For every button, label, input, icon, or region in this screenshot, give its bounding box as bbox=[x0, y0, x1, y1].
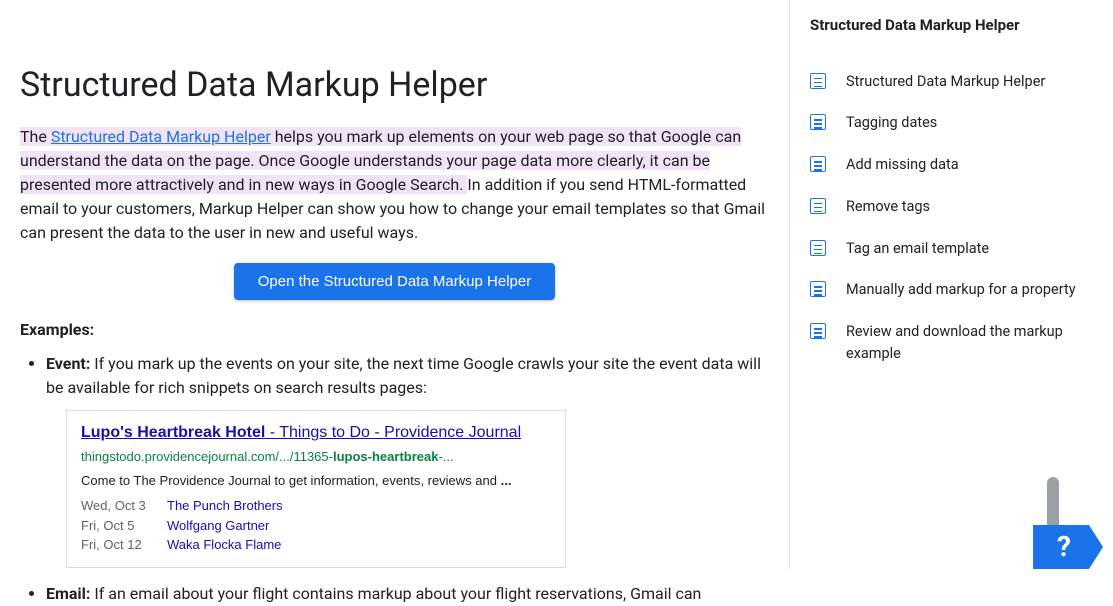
event-text: If you mark up the events on your site, … bbox=[46, 354, 761, 397]
search-snippet: Lupo's Heartbreak Hotel - Things to Do -… bbox=[66, 410, 566, 568]
email-text: If an email about your flight contains m… bbox=[90, 584, 701, 603]
sidebar-item-label: Tagging dates bbox=[846, 112, 937, 134]
snippet-events: Wed, Oct 3The Punch Brothers Fri, Oct 5W… bbox=[81, 496, 551, 555]
sidebar-item-label: Tag an email template bbox=[846, 238, 989, 260]
sidebar-item-review-download[interactable]: Review and download the markup example bbox=[810, 311, 1103, 375]
snippet-title-link[interactable]: Lupo's Heartbreak Hotel - Things to Do -… bbox=[81, 424, 521, 441]
sidebar: Structured Data Markup Helper Structured… bbox=[790, 0, 1113, 569]
doc-icon bbox=[810, 114, 826, 130]
event-date: Fri, Oct 5 bbox=[81, 516, 167, 536]
sidebar-item-label: Structured Data Markup Helper bbox=[846, 71, 1045, 93]
help-signpost[interactable]: ? bbox=[1033, 525, 1103, 569]
sidebar-item-remove-tags[interactable]: Remove tags bbox=[810, 186, 1103, 228]
doc-icon bbox=[810, 240, 826, 256]
snippet-title-rest: - Things to Do - Providence Journal bbox=[265, 424, 521, 441]
snippet-desc-bold: ... bbox=[501, 473, 512, 488]
snippet-url-bold: lupos-heartbreak bbox=[333, 449, 438, 464]
examples-list: Event: If you mark up the events on your… bbox=[20, 352, 769, 606]
snippet-url-post: -... bbox=[438, 449, 453, 464]
examples-heading: Examples: bbox=[20, 318, 769, 342]
event-date: Fri, Oct 12 bbox=[81, 535, 167, 555]
snippet-desc: Come to The Providence Journal to get in… bbox=[81, 471, 551, 491]
snippet-title-link-text: Lupo's Heartbreak Hotel bbox=[81, 424, 265, 441]
doc-icon bbox=[810, 281, 826, 297]
sidebar-title: Structured Data Markup Helper bbox=[810, 14, 1103, 37]
sidebar-item-label: Add missing data bbox=[846, 154, 959, 176]
sidebar-item-label: Remove tags bbox=[846, 196, 930, 218]
event-date: Wed, Oct 3 bbox=[81, 496, 167, 516]
open-helper-button[interactable]: Open the Structured Data Markup Helper bbox=[234, 263, 555, 300]
sidebar-item-manual-markup[interactable]: Manually add markup for a property bbox=[810, 269, 1103, 311]
email-label: Email: bbox=[46, 584, 90, 603]
snippet-event-row: Fri, Oct 5Wolfgang Gartner bbox=[81, 516, 551, 536]
event-name[interactable]: Waka Flocka Flame bbox=[167, 537, 281, 552]
event-label: Event: bbox=[46, 354, 90, 373]
snippet-url: thingstodo.providencejournal.com/.../113… bbox=[81, 447, 551, 467]
example-event: Event: If you mark up the events on your… bbox=[46, 352, 769, 568]
sidebar-item-email-template[interactable]: Tag an email template bbox=[810, 228, 1103, 270]
sidebar-item-helper[interactable]: Structured Data Markup Helper bbox=[810, 61, 1103, 103]
sidebar-item-tagging-dates[interactable]: Tagging dates bbox=[810, 102, 1103, 144]
help-question-mark: ? bbox=[1057, 526, 1071, 568]
intro-link[interactable]: Structured Data Markup Helper bbox=[51, 127, 271, 146]
example-email: Email: If an email about your flight con… bbox=[46, 582, 769, 606]
sidebar-item-label: Review and download the markup example bbox=[846, 321, 1103, 365]
page-title: Structured Data Markup Helper bbox=[20, 60, 769, 111]
doc-icon bbox=[810, 73, 826, 89]
intro-paragraph: The Structured Data Markup Helper helps … bbox=[20, 125, 769, 245]
sidebar-nav: Structured Data Markup Helper Tagging da… bbox=[810, 61, 1103, 375]
snippet-url-pre: thingstodo.providencejournal.com/.../113… bbox=[81, 449, 333, 464]
event-name[interactable]: The Punch Brothers bbox=[167, 498, 283, 513]
snippet-event-row: Fri, Oct 12Waka Flocka Flame bbox=[81, 535, 551, 555]
event-name[interactable]: Wolfgang Gartner bbox=[167, 518, 269, 533]
doc-icon bbox=[810, 198, 826, 214]
sidebar-item-label: Manually add markup for a property bbox=[846, 279, 1076, 301]
main-content: Structured Data Markup Helper The Struct… bbox=[0, 0, 790, 569]
help-arrow-icon: ? bbox=[1033, 525, 1103, 569]
sidebar-item-missing-data[interactable]: Add missing data bbox=[810, 144, 1103, 186]
intro-hl-prefix: The bbox=[20, 127, 51, 146]
button-row: Open the Structured Data Markup Helper bbox=[20, 263, 769, 300]
doc-icon bbox=[810, 156, 826, 172]
snippet-event-row: Wed, Oct 3The Punch Brothers bbox=[81, 496, 551, 516]
snippet-title: Lupo's Heartbreak Hotel - Things to Do -… bbox=[81, 421, 551, 445]
snippet-desc-pre: Come to The Providence Journal to get in… bbox=[81, 473, 501, 488]
doc-icon bbox=[810, 323, 826, 339]
